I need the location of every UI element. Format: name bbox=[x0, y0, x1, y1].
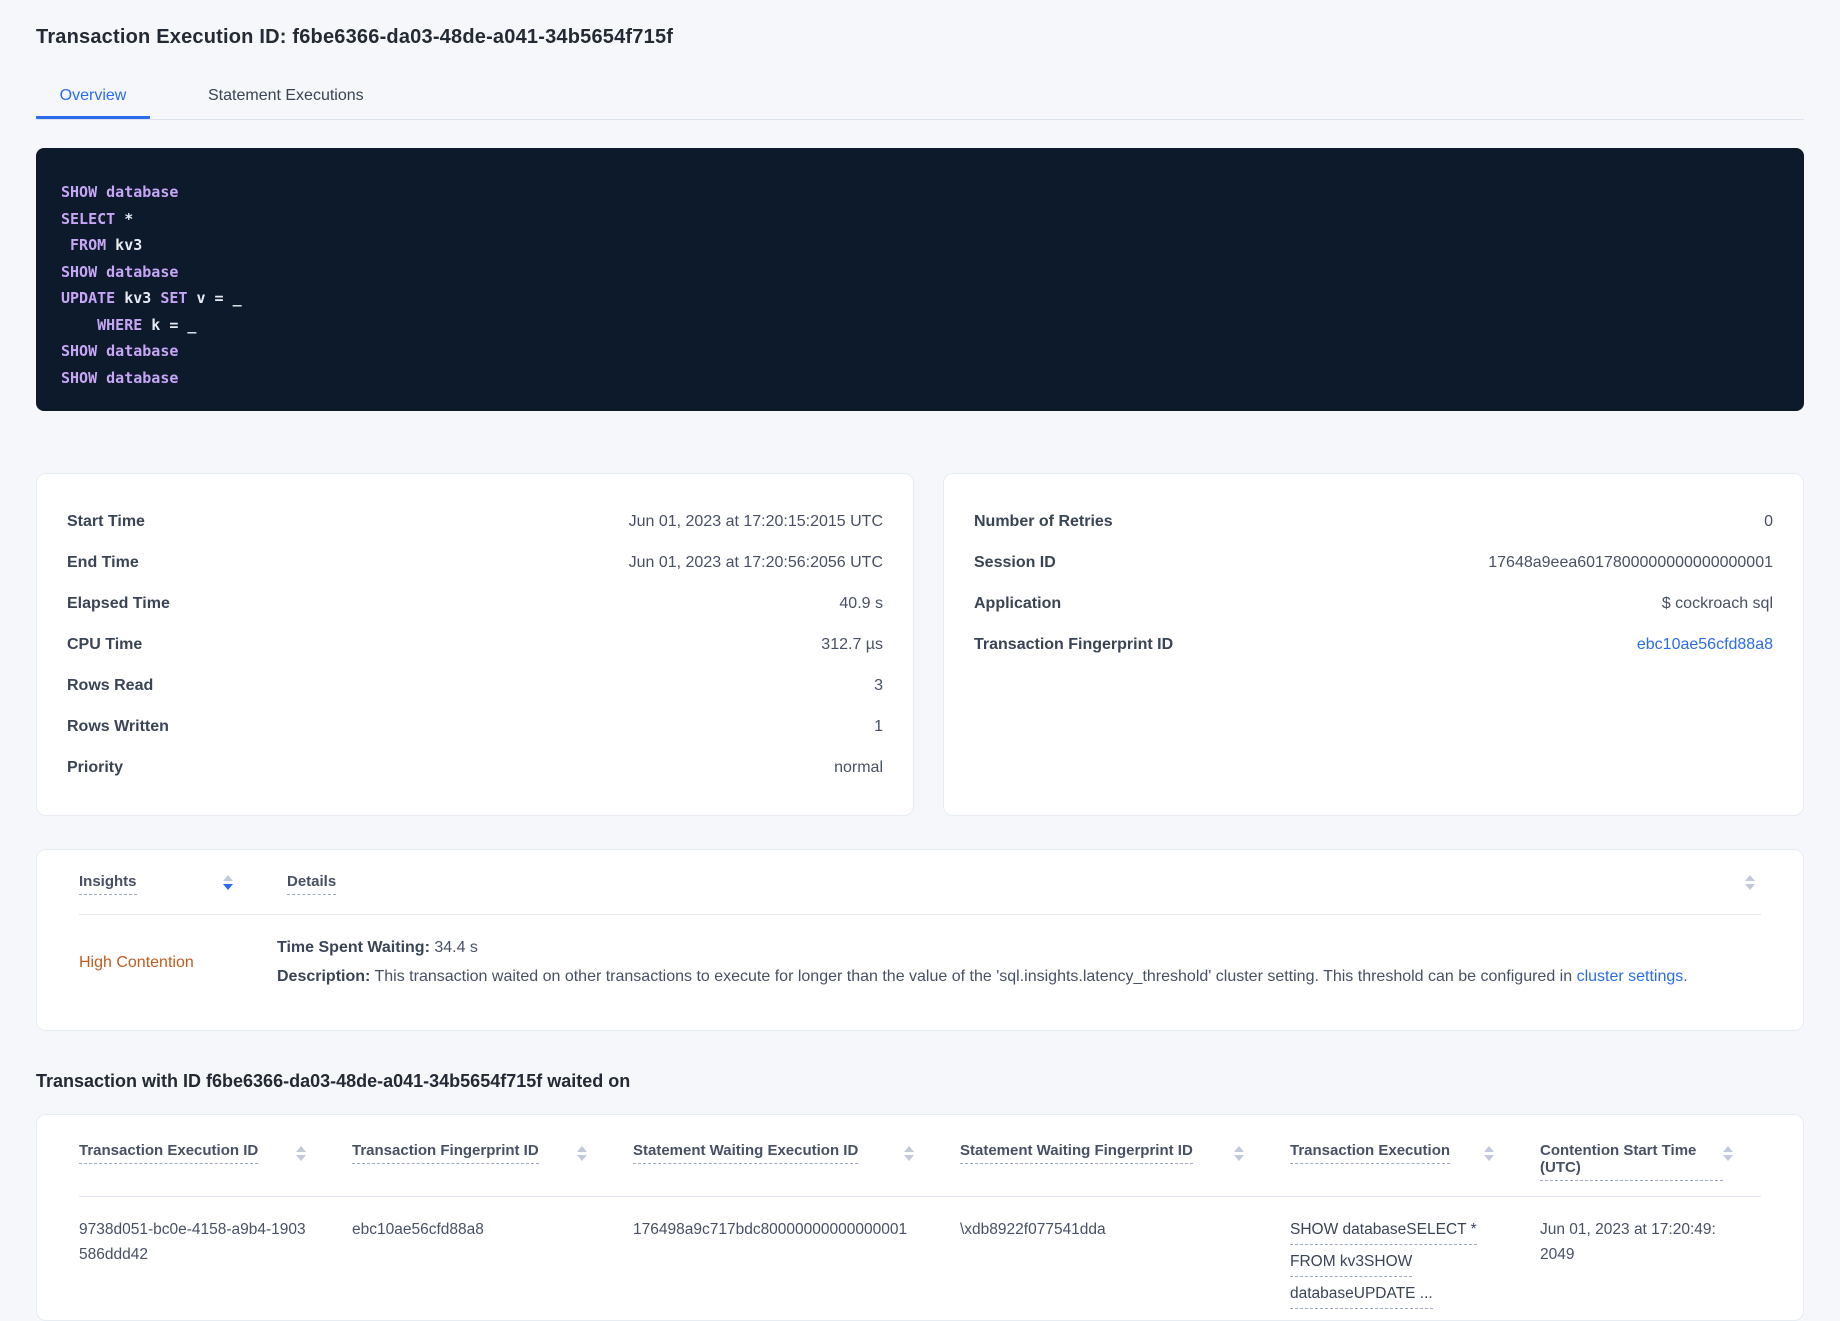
stat-label: Rows Read bbox=[67, 676, 154, 694]
column-transaction-execution[interactable]: Transaction Execution bbox=[1290, 1142, 1451, 1164]
stat-value: 0 bbox=[1764, 512, 1773, 530]
stat-row-application: Application $ cockroach sql bbox=[974, 583, 1773, 624]
column-transaction-execution-id[interactable]: Transaction Execution ID bbox=[79, 1142, 259, 1164]
cell-transaction-execution-preview: SHOW databaseSELECT * FROM kv3SHOW datab… bbox=[1290, 1217, 1540, 1313]
sql-line: SHOW database bbox=[61, 342, 179, 360]
tab-statement-executions[interactable]: Statement Executions bbox=[208, 77, 364, 119]
sort-arrows-icon[interactable] bbox=[1234, 1146, 1244, 1161]
insight-details: Time Spent Waiting: 34.4 s Description: … bbox=[277, 939, 1761, 986]
statement-preview-link[interactable]: FROM kv3SHOW bbox=[1290, 1249, 1413, 1277]
stat-label: Application bbox=[974, 594, 1062, 612]
sql-line: SHOW database bbox=[61, 262, 179, 281]
cell-statement-waiting-execution-id: 176498a9c717bdc80000000000000001 bbox=[633, 1221, 908, 1238]
stat-row-rows-read: Rows Read 3 bbox=[67, 665, 883, 706]
stat-value: $ cockroach sql bbox=[1661, 594, 1773, 612]
stat-row-elapsed-time: Elapsed Time 40.9 s bbox=[67, 583, 883, 624]
summary-card-right: Number of Retries 0 Session ID 17648a9ee… bbox=[943, 473, 1804, 816]
sql-line: SHOW database bbox=[61, 183, 179, 201]
sort-arrows-icon[interactable] bbox=[1745, 874, 1755, 890]
stat-label: Priority bbox=[67, 758, 124, 776]
waited-on-table-card: Transaction Execution ID Transaction Fin… bbox=[36, 1114, 1804, 1321]
column-statement-waiting-fingerprint-id[interactable]: Statement Waiting Fingerprint ID bbox=[960, 1142, 1193, 1164]
page-title: Transaction Execution ID: f6be6366-da03-… bbox=[36, 26, 674, 48]
stat-row-rows-written: Rows Written 1 bbox=[67, 706, 883, 747]
time-spent-waiting-value: 34.4 s bbox=[429, 939, 478, 956]
statement-preview-link[interactable]: databaseUPDATE ... bbox=[1290, 1281, 1433, 1309]
column-contention-start-time[interactable]: Contention Start Time (UTC) bbox=[1540, 1142, 1723, 1181]
sql-line: WHERE k = _ bbox=[97, 315, 197, 334]
cell-contention-start-time: Jun 01, 2023 at 17:20:49:2049 bbox=[1540, 1221, 1716, 1263]
insights-table-header: Insights Details bbox=[79, 850, 1761, 915]
stat-label: Start Time bbox=[67, 512, 145, 530]
description-suffix: . bbox=[1683, 968, 1688, 985]
stat-value: Jun 01, 2023 at 17:20:15:2015 UTC bbox=[628, 512, 883, 530]
sql-line: UPDATE kv3 SET v = _ bbox=[61, 289, 242, 307]
tab-bar: Overview Statement Executions bbox=[36, 77, 1804, 120]
stat-label: Number of Retries bbox=[974, 512, 1113, 530]
cell-transaction-fingerprint-id: ebc10ae56cfd88a8 bbox=[352, 1221, 484, 1238]
sql-statement-box: SHOW database SELECT * FROM kv3 SHOW datab… bbox=[36, 148, 1804, 411]
stat-label: End Time bbox=[67, 553, 139, 571]
summary-card-left: Start Time Jun 01, 2023 at 17:20:15:2015… bbox=[36, 473, 914, 816]
insight-row: High Contention Time Spent Waiting: 34.4… bbox=[79, 915, 1761, 1014]
stat-label: CPU Time bbox=[67, 635, 143, 653]
stat-value: 40.9 s bbox=[839, 594, 883, 612]
sql-line: SELECT * bbox=[61, 209, 134, 228]
sort-arrows-icon[interactable] bbox=[904, 1146, 914, 1161]
stat-label: Session ID bbox=[974, 553, 1056, 571]
cell-transaction-execution-id: 9738d051-bc0e-4158-a9b4-1903586ddd42 bbox=[79, 1221, 306, 1263]
sql-line: FROM kv3 bbox=[70, 236, 143, 254]
stat-row-end-time: End Time Jun 01, 2023 at 17:20:56:2056 U… bbox=[67, 542, 883, 583]
statement-preview-link[interactable]: SHOW databaseSELECT * bbox=[1290, 1217, 1477, 1245]
column-statement-waiting-execution-id[interactable]: Statement Waiting Execution ID bbox=[633, 1142, 859, 1164]
sort-arrows-icon[interactable] bbox=[296, 1146, 306, 1161]
cell-statement-waiting-fingerprint-id: \xdb8922f077541dda bbox=[960, 1221, 1106, 1238]
waited-on-table-row: 9738d051-bc0e-4158-a9b4-1903586ddd42 ebc… bbox=[79, 1197, 1761, 1320]
stat-row-transaction-fingerprint-id: Transaction Fingerprint ID ebc10ae56cfd8… bbox=[974, 624, 1773, 665]
waited-on-heading: Transaction with ID f6be6366-da03-48de-a… bbox=[36, 1071, 631, 1091]
details-column-header[interactable]: Details bbox=[287, 873, 337, 895]
sort-arrows-icon[interactable] bbox=[1484, 1146, 1494, 1161]
insights-column-header[interactable]: Insights bbox=[79, 873, 137, 895]
stat-value: normal bbox=[834, 758, 883, 776]
stat-row-session-id: Session ID 17648a9eea6017800000000000000… bbox=[974, 542, 1773, 583]
stat-row-cpu-time: CPU Time 312.7 µs bbox=[67, 624, 883, 665]
sort-arrows-icon[interactable] bbox=[223, 874, 233, 890]
summary-cards-row: Start Time Jun 01, 2023 at 17:20:15:2015… bbox=[36, 473, 1804, 816]
stat-value: 1 bbox=[874, 717, 883, 735]
stat-label: Transaction Fingerprint ID bbox=[974, 635, 1174, 653]
sql-line: SHOW database bbox=[61, 368, 179, 387]
stat-label: Rows Written bbox=[67, 717, 169, 735]
stat-value: 312.7 µs bbox=[821, 635, 883, 653]
stat-label: Elapsed Time bbox=[67, 594, 170, 612]
page-container: Transaction Execution ID: f6be6366-da03-… bbox=[0, 0, 1840, 1321]
sort-arrows-icon[interactable] bbox=[577, 1146, 587, 1161]
tab-overview[interactable]: Overview bbox=[36, 77, 150, 119]
stat-row-priority: Priority normal bbox=[67, 747, 883, 788]
time-spent-waiting-label: Time Spent Waiting: bbox=[277, 939, 430, 956]
description-text: This transaction waited on other transac… bbox=[370, 968, 1577, 985]
description-label: Description: bbox=[277, 968, 371, 985]
stat-value: 17648a9eea6017800000000000000001 bbox=[1488, 553, 1773, 571]
insights-table-card: Insights Details High Contention Time Sp… bbox=[36, 849, 1804, 1031]
transaction-fingerprint-id-link[interactable]: ebc10ae56cfd88a8 bbox=[1637, 636, 1773, 654]
stat-row-start-time: Start Time Jun 01, 2023 at 17:20:15:2015… bbox=[67, 501, 883, 542]
waited-on-table-header: Transaction Execution ID Transaction Fin… bbox=[79, 1115, 1761, 1197]
sort-arrows-icon[interactable] bbox=[1723, 1146, 1733, 1161]
column-transaction-fingerprint-id[interactable]: Transaction Fingerprint ID bbox=[352, 1142, 539, 1164]
stat-row-number-of-retries: Number of Retries 0 bbox=[974, 501, 1773, 542]
cluster-settings-link[interactable]: cluster settings bbox=[1577, 968, 1684, 985]
stat-value: 3 bbox=[874, 676, 883, 694]
high-contention-badge: High Contention bbox=[79, 953, 194, 971]
stat-value: Jun 01, 2023 at 17:20:56:2056 UTC bbox=[628, 553, 883, 571]
